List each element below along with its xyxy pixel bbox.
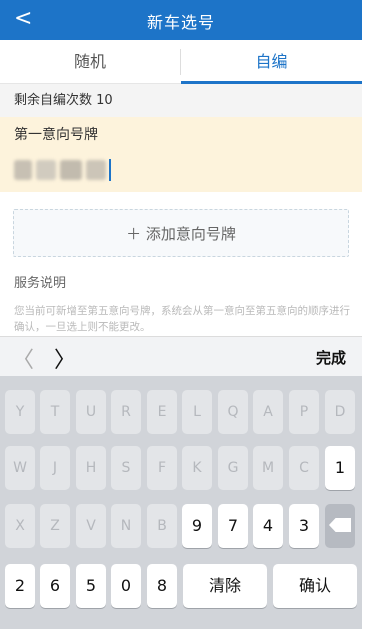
key[interactable]: Y [5,390,35,434]
service-description: 您当前可新增至第五意向号牌，系统会从第一意向至第五意向的顺序进行确认，一旦选上则… [14,305,350,333]
key[interactable]: X [5,504,35,548]
key[interactable]: 6 [40,564,70,608]
key[interactable]: 2 [5,564,35,608]
service-title: 服务说明 [14,276,67,291]
key[interactable]: S [111,446,141,490]
tab-random[interactable]: 随机 [0,40,180,84]
text-caret [109,159,111,181]
blurred-char [60,160,82,180]
key[interactable]: W [5,446,35,490]
key[interactable]: Z [40,504,70,548]
key[interactable]: M [253,446,283,490]
key[interactable]: E [147,390,177,434]
key[interactable]: V [76,504,106,548]
key[interactable]: N [111,504,141,548]
key[interactable]: B [147,504,177,548]
key[interactable]: 0 [111,564,141,608]
key[interactable]: F [147,446,177,490]
key[interactable]: 9 [182,504,212,548]
tab-custom[interactable]: 自编 [181,40,362,84]
blurred-char [36,160,56,180]
key[interactable]: 3 [289,504,319,548]
edge-strip [362,0,369,629]
blurred-char [86,160,106,180]
top-bar: < 新车选号 [0,0,362,40]
page-title: 新车选号 [146,13,215,32]
key[interactable]: C [289,446,319,490]
key[interactable]: L [182,390,212,434]
key[interactable]: P [289,390,319,434]
key[interactable]: 4 [253,504,283,548]
key[interactable]: 5 [76,564,106,608]
key[interactable]: 8 [147,564,177,608]
add-plate-button[interactable]: ＋ 添加意向号牌 [13,209,349,257]
keyboard-toolbar: 〈 〉 完成 [0,336,362,376]
key[interactable]: H [76,446,106,490]
chevron-right-icon[interactable]: 〉 [54,342,76,374]
plate-label: 第一意向号牌 [14,127,98,143]
key[interactable]: 1 [325,446,355,490]
plate-keyboard: Y T U R E L Q A P D W J H S F K G M C 1 … [0,376,362,629]
clear-button[interactable]: 清除 [183,564,267,608]
key[interactable]: Q [218,390,248,434]
done-button[interactable]: 完成 [316,347,346,368]
key[interactable]: R [111,390,141,434]
remaining-count: 剩余自编次数 10 [0,84,362,117]
key[interactable]: U [76,390,106,434]
blurred-char [14,160,32,180]
key[interactable]: G [218,446,248,490]
plate-entry-card: 第一意向号牌 [0,117,362,192]
key[interactable]: J [40,446,70,490]
key[interactable]: D [325,390,355,434]
key[interactable]: T [40,390,70,434]
key[interactable]: 7 [218,504,248,548]
confirm-button[interactable]: 确认 [273,564,357,608]
tab-bar: 随机 自编 [0,40,362,84]
backspace-icon[interactable] [325,504,355,548]
chevron-left-icon[interactable]: 〈 [12,342,34,374]
key[interactable]: A [253,390,283,434]
key[interactable]: K [182,446,212,490]
plate-input[interactable] [14,157,114,183]
